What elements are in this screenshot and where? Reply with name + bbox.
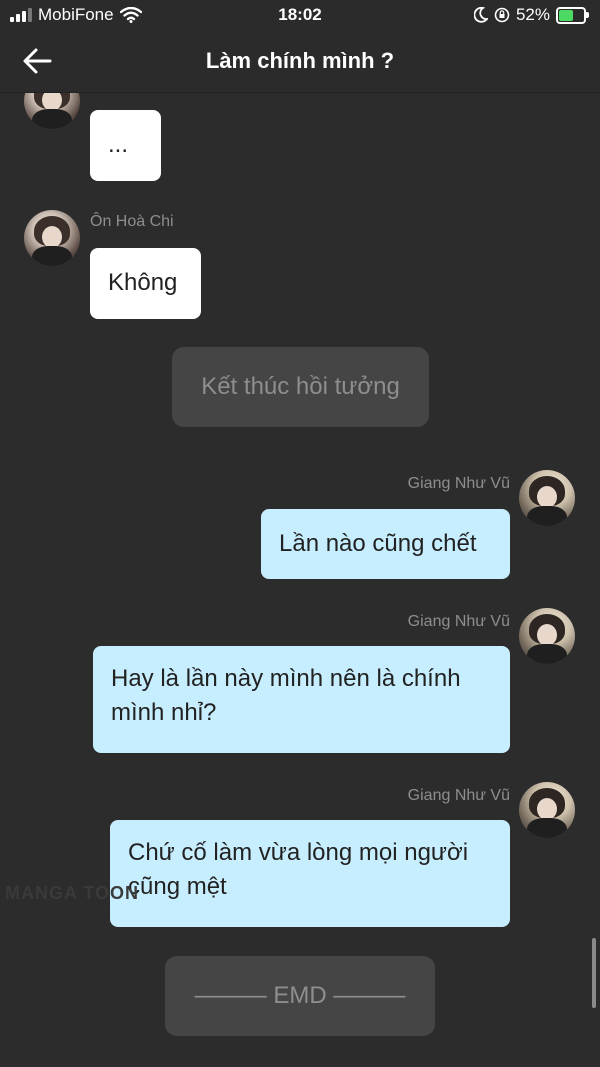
status-bar: MobiFone 18:02 52% [0,0,600,30]
system-message: Kết thúc hồi tưởng [172,347,429,427]
nav-bar: Làm chính mình ? [0,30,600,93]
avatar[interactable] [519,470,575,526]
page-title: Làm chính mình ? [205,48,395,73]
sender-name: Giang Như Vũ [407,475,510,492]
message-bubble[interactable]: ... [90,110,161,181]
status-right: 52% [473,5,589,25]
sender-name: Ôn Hoà Chi [90,213,174,230]
avatar[interactable] [519,782,575,838]
sender-name: Giang Như Vũ [407,613,510,630]
avatar[interactable] [519,608,575,664]
sender-name: Giang Như Vũ [407,787,510,804]
message-bubble[interactable]: Chứ cố làm vừa lòng mọi người cũng mệt [110,820,510,927]
battery-percent: 52% [515,5,550,24]
message-bubble[interactable]: Hay là lần này mình nên là chính mình nh… [93,646,510,753]
message-bubble[interactable]: Lần nào cũng chết [261,509,510,579]
battery-charging-icon [556,6,589,24]
scrollbar[interactable] [592,938,596,1008]
system-message: ——— EMD ——— [165,956,435,1036]
orientation-lock-icon [494,7,510,23]
avatar[interactable] [24,93,80,129]
watermark: MANGA TOON [5,883,139,903]
message-bubble[interactable]: Không [90,248,201,319]
avatar[interactable] [24,210,80,266]
moon-icon [473,7,488,23]
chat-area[interactable]: ... Ôn Hoà Chi Không Kết thúc hồi tưởng … [0,93,600,1067]
